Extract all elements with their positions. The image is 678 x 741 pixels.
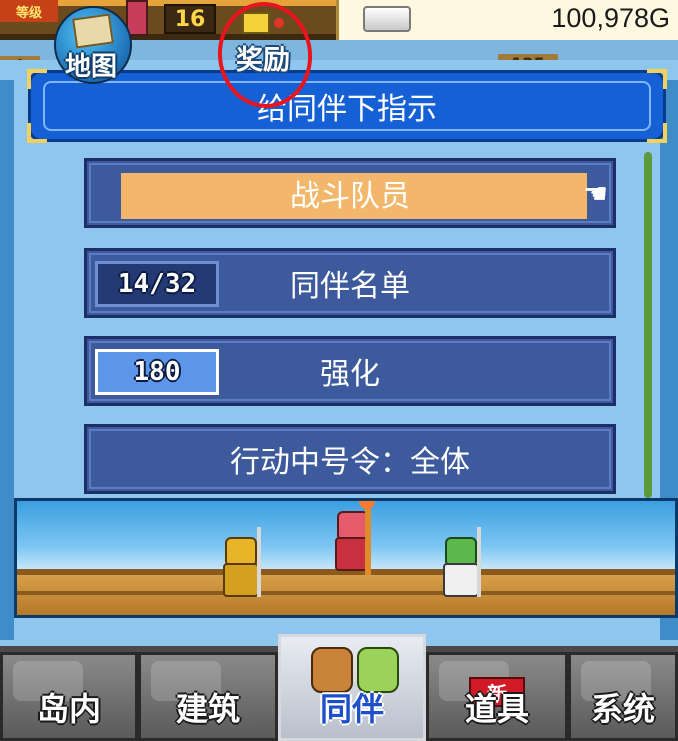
panel-left-edge [0,80,14,640]
hud-count: 16 [164,4,216,34]
tab-label: 系统 [590,690,655,728]
character-body [223,563,259,597]
menu-scrollbar[interactable] [644,152,652,498]
gold-display: 100,978G [336,0,678,40]
tab-build[interactable]: 建筑 [138,652,278,741]
menu-item-battle-team[interactable]: 战斗队员 ☚ [84,158,616,228]
tab-label: 道具 [464,690,529,728]
menu-item-companion-list[interactable]: 14/32 同伴名单 [84,248,616,318]
character-knight [217,527,261,605]
map-icon [72,13,114,49]
tab-label: 岛内 [36,690,101,728]
menu-item-label: 战斗队员 [290,179,410,214]
staff-orb-icon [359,501,375,509]
tab-companion[interactable]: 同伴 [278,634,426,741]
map-button[interactable]: 地图 [48,2,134,84]
menu-item-label: 行动中号令：全体 [230,445,470,480]
team-preview-scene [14,498,678,618]
tab-label: 同伴 [319,690,384,728]
gold-value: 100,978G [551,3,670,33]
pointing-hand-icon: ☚ [583,177,609,210]
character-body [443,563,479,597]
menu-item-action-order[interactable]: 行动中号令：全体 [84,424,616,494]
gold-bar-icon [363,6,411,32]
character-mage [329,501,375,579]
map-button-label: 地图 [64,52,117,82]
spear-icon [257,527,261,597]
spear-icon [477,527,481,597]
tab-island[interactable]: 岛内 [0,652,138,741]
tab-system[interactable]: 系统 [568,652,678,741]
scene-rail [17,591,675,595]
bottom-nav: 岛内 建筑 同伴 新 道具 系统 [0,634,678,741]
staff-icon [365,501,371,575]
tab-items[interactable]: 新 道具 [426,652,568,741]
character-ranger [437,527,481,605]
menu-item-label: 同伴名单 [290,269,410,304]
tab-label: 建筑 [175,690,240,728]
menu-item-strengthen[interactable]: 180 强化 [84,336,616,406]
menu-item-label: 强化 [320,357,380,392]
